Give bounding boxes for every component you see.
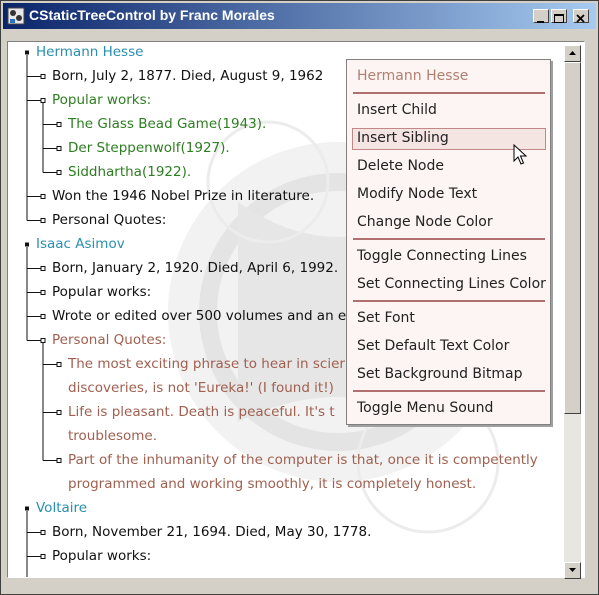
scroll-down-arrow-icon	[569, 568, 576, 572]
node-bullet	[56, 362, 62, 367]
tree-node[interactable]: The Glass Bead Game(1943).	[68, 115, 266, 133]
tree-node[interactable]: Personal Quotes:	[52, 211, 166, 229]
node-bullet	[40, 218, 46, 223]
menu-item-insert-sibling[interactable]: Insert Sibling	[357, 130, 449, 146]
tree-node[interactable]: Popular works:	[52, 547, 151, 565]
node-bullet	[40, 338, 46, 343]
close-icon	[576, 14, 585, 23]
scrollbar-thumb[interactable]	[564, 62, 581, 414]
tree-node[interactable]: Isaac Asimov	[36, 235, 125, 253]
menu-separator	[353, 238, 545, 240]
scroll-up-arrow-icon	[569, 51, 576, 55]
node-bullet	[40, 74, 46, 79]
node-bullet	[56, 170, 62, 175]
tree-node[interactable]: Part of the inhumanity of the computer i…	[68, 451, 538, 469]
context-menu: Hermann Hesse Insert Child Insert Siblin…	[346, 59, 551, 425]
menu-header: Hermann Hesse	[357, 68, 469, 84]
title-bar[interactable]: CStaticTreeControl by Franc Morales	[3, 3, 596, 29]
maximize-button[interactable]	[551, 9, 567, 23]
menu-item-toggle-menu-sound[interactable]: Toggle Menu Sound	[357, 400, 493, 416]
node-bullet	[40, 530, 46, 535]
menu-item-change-node-color[interactable]: Change Node Color	[357, 214, 493, 230]
tree-node[interactable]: Hermann Hesse	[36, 43, 143, 61]
node-bullet	[56, 410, 62, 415]
menu-item-set-connecting-lines-color[interactable]: Set Connecting Lines Color	[357, 276, 546, 292]
node-bullet	[40, 98, 46, 103]
tree-node[interactable]: discoveries, is not 'Eureka!' (I found i…	[68, 379, 334, 397]
node-bullet	[56, 146, 62, 151]
node-bullet	[25, 242, 29, 247]
close-button[interactable]	[573, 9, 589, 23]
tree-node[interactable]: Popular works:	[52, 91, 151, 109]
tree-node[interactable]: Born, November 21, 1694. Died, May 30, 1…	[52, 523, 371, 541]
tree-node[interactable]: Born, July 2, 1877. Died, August 9, 1962	[52, 67, 323, 85]
menu-item-set-background-bitmap[interactable]: Set Background Bitmap	[357, 366, 523, 382]
menu-item-set-default-text-color[interactable]: Set Default Text Color	[357, 338, 509, 354]
tree-node[interactable]: programmed and working smoothly, it is c…	[68, 475, 476, 493]
vertical-scrollbar[interactable]	[564, 45, 581, 579]
tree-node[interactable]: Life is pleasant. Death is peaceful. It'…	[68, 403, 335, 421]
tree-node[interactable]: The most exciting phrase to hear in scie…	[68, 355, 345, 373]
node-bullet	[56, 122, 62, 127]
tree-node[interactable]: troublesome.	[68, 427, 157, 445]
menu-separator	[353, 390, 545, 392]
node-bullet	[25, 50, 29, 55]
tree-node[interactable]: Wrote or edited over 500 volumes and an …	[52, 307, 346, 325]
node-bullet	[40, 314, 46, 319]
node-bullet	[40, 194, 46, 199]
menu-separator	[353, 300, 545, 302]
tree-node[interactable]: Siddhartha(1922).	[68, 163, 191, 181]
menu-separator	[353, 92, 545, 94]
scroll-up-button[interactable]	[564, 45, 581, 62]
minimize-icon	[537, 21, 544, 23]
node-bullet	[40, 554, 46, 559]
menu-item-set-font[interactable]: Set Font	[357, 310, 415, 326]
application-window: CStaticTreeControl by Franc Morales Herm…	[0, 0, 599, 595]
node-bullet	[56, 458, 62, 463]
menu-item-delete-node[interactable]: Delete Node	[357, 158, 444, 174]
app-icon	[7, 7, 25, 25]
tree-node[interactable]: Won the 1946 Nobel Prize in literature.	[52, 187, 314, 205]
scroll-down-button[interactable]	[564, 562, 581, 579]
tree-node[interactable]: Der Steppenwolf(1927).	[68, 139, 230, 157]
menu-item-insert-child[interactable]: Insert Child	[357, 102, 437, 118]
tree-node[interactable]: Popular works:	[52, 283, 151, 301]
tree-node[interactable]: Personal Quotes:	[52, 331, 166, 349]
minimize-button[interactable]	[533, 9, 549, 23]
menu-item-toggle-connecting-lines[interactable]: Toggle Connecting Lines	[357, 248, 527, 264]
maximize-icon	[554, 14, 564, 23]
tree-node[interactable]: Voltaire	[36, 499, 87, 517]
node-bullet	[25, 506, 29, 511]
mouse-pointer-icon	[513, 144, 528, 165]
window-title: CStaticTreeControl by Franc Morales	[29, 7, 275, 23]
node-bullet	[40, 266, 46, 271]
menu-item-modify-node-text[interactable]: Modify Node Text	[357, 186, 477, 202]
node-bullet	[40, 290, 46, 295]
tree-node[interactable]: Born, January 2, 1920. Died, April 6, 19…	[52, 259, 338, 277]
